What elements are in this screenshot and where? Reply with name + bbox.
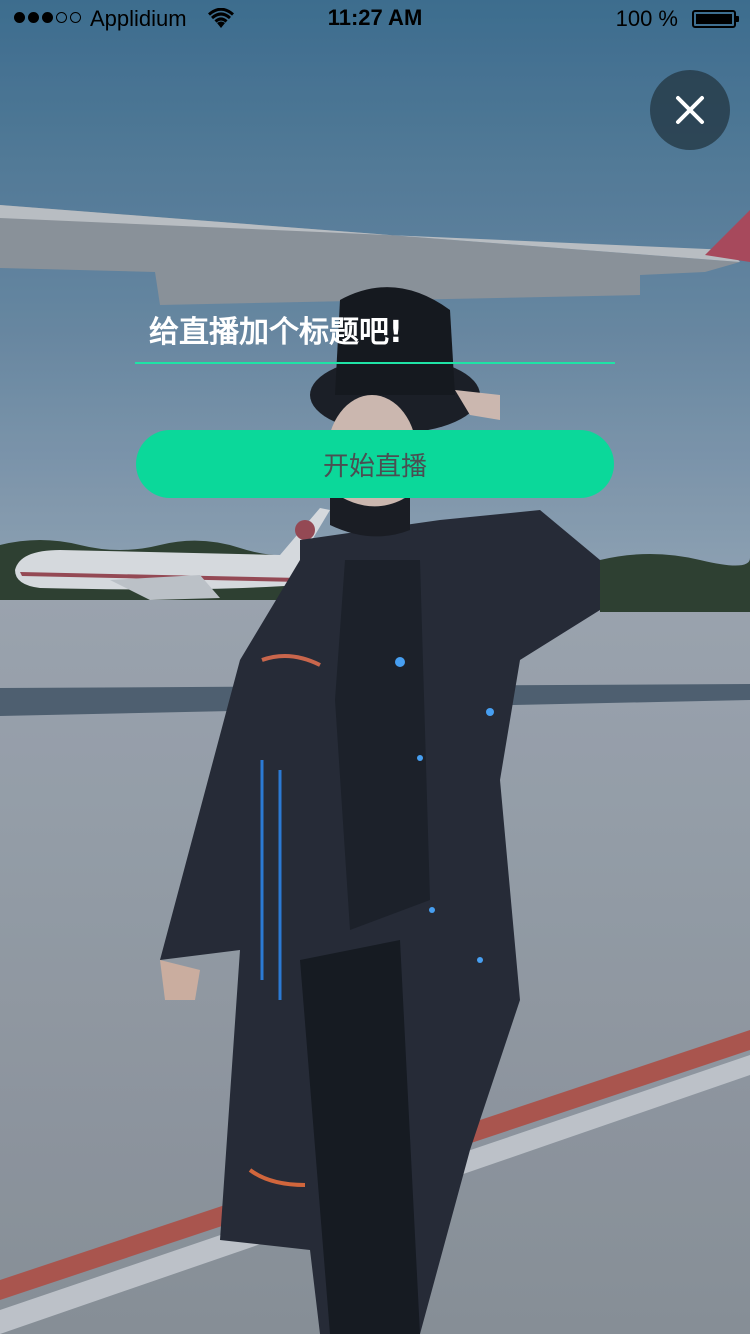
battery-icon bbox=[692, 10, 739, 28]
start-live-button[interactable]: 开始直播 bbox=[136, 430, 614, 498]
background-photo bbox=[0, 0, 750, 1334]
battery-percentage: 100 % bbox=[615, 6, 678, 31]
live-title-input[interactable] bbox=[135, 302, 615, 364]
status-bar: Applidium 11:27 AM 100 % bbox=[0, 0, 750, 40]
close-icon bbox=[676, 96, 704, 124]
close-button[interactable] bbox=[650, 70, 730, 150]
